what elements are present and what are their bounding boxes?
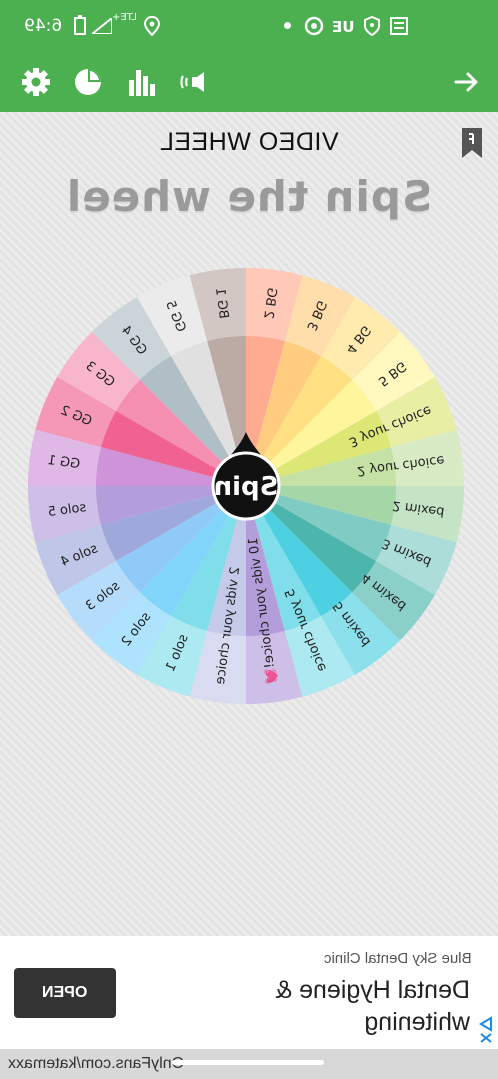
ad-open-label: OPEN xyxy=(42,984,88,1001)
network-type: LTE+ xyxy=(112,12,137,23)
message-icon xyxy=(390,17,408,35)
location-icon xyxy=(144,16,160,36)
dot-icon xyxy=(284,22,291,29)
toolbar xyxy=(0,52,498,112)
status-time: 6:49 xyxy=(24,16,63,36)
pie-chart-icon[interactable] xyxy=(72,66,104,98)
shield-icon xyxy=(364,16,380,36)
page-subtitle: Spin the wheel xyxy=(65,172,433,221)
bookmark-icon[interactable] xyxy=(460,126,484,160)
ad-banner[interactable]: Blue Sky Dental Clinic Dental Hygiene & … xyxy=(0,936,498,1049)
battery-icon xyxy=(74,15,86,35)
carrier-label: UE xyxy=(332,18,355,36)
vpn-icon xyxy=(304,16,324,36)
bar-chart-icon[interactable] xyxy=(126,66,158,98)
status-bar: 6:49 LTE+ UE xyxy=(0,0,498,52)
sound-icon[interactable] xyxy=(178,66,210,98)
ad-open-button[interactable]: OPEN xyxy=(14,968,116,1018)
url-bar: OnlyFans.com/katemaxx xyxy=(0,1049,498,1079)
spin-button-label: Spin xyxy=(214,472,279,502)
signal-icon xyxy=(92,18,112,34)
adchoices-icon[interactable] xyxy=(478,1015,494,1045)
ad-sponsor: Blue Sky Dental Clinic xyxy=(324,950,472,967)
page-title: VIDEO WHEEL xyxy=(159,128,339,156)
spin-wheel[interactable]: BG 1GG 5GG 4GG 3GG 2GG 1solo 5solo 4solo… xyxy=(26,266,466,706)
settings-icon[interactable] xyxy=(20,66,52,98)
home-indicator[interactable] xyxy=(172,1060,324,1065)
arrow-right-icon[interactable] xyxy=(450,66,482,98)
url-text: OnlyFans.com/katemaxx xyxy=(8,1055,185,1072)
ad-headline: Dental Hygiene & whitening xyxy=(275,976,470,1036)
